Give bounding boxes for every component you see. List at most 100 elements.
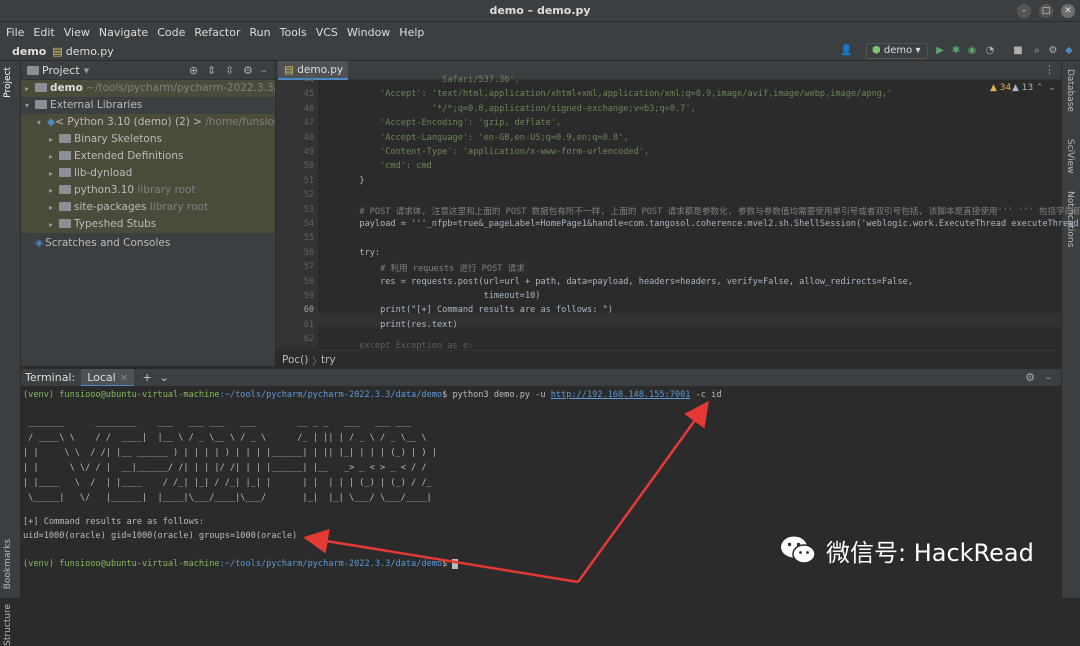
menu-view[interactable]: View — [64, 26, 90, 39]
chevron-down-icon[interactable]: ⌄ — [160, 371, 169, 384]
folder-icon — [59, 219, 71, 228]
terminal-command-line: (venv) funsiooo@ubuntu-virtual-machine:~… — [23, 390, 722, 400]
menu-tools[interactable]: Tools — [280, 26, 307, 39]
menu-run[interactable]: Run — [250, 26, 271, 39]
line-number: 58 — [303, 276, 314, 287]
inspection-warnings[interactable]: ▲ 34 — [990, 83, 1011, 93]
code-line: } — [318, 175, 365, 186]
debug-icon[interactable]: ✱ — [950, 45, 962, 57]
code-line: 'Accept-Language': 'en-GB,en-US;q=0.9,en… — [318, 132, 629, 143]
user-icon[interactable]: 👤 — [840, 45, 852, 57]
gear-icon[interactable]: ⚙ — [1025, 371, 1035, 384]
nav-down-icon[interactable]: ⌄ — [1048, 83, 1056, 93]
run-icon[interactable]: ▶ — [934, 45, 946, 57]
file-icon: ▤ — [52, 44, 63, 58]
folder-icon — [59, 168, 71, 177]
chevron-right-icon: ▸ — [49, 135, 54, 144]
gear-icon[interactable]: ⚙ — [243, 64, 253, 77]
hide-panel-icon[interactable]: – — [1046, 371, 1052, 384]
add-terminal-icon[interactable]: + — [142, 371, 151, 384]
code-line: Safari/537.36', — [318, 75, 520, 85]
line-number: 46 — [303, 103, 314, 114]
coverage-icon[interactable]: ◉ — [966, 45, 978, 57]
tool-tab-bookmarks[interactable]: Bookmarks — [3, 539, 13, 589]
folder-icon — [59, 202, 71, 211]
project-panel-title[interactable]: Project — [42, 64, 80, 77]
close-tab-icon[interactable]: × — [119, 371, 128, 384]
tree-item-python310[interactable]: ▸ python3.10 library root — [21, 182, 275, 199]
chevron-right-icon: ▸ — [49, 186, 54, 195]
more-tabs-icon[interactable]: ⋮ — [1044, 63, 1055, 76]
folder-icon — [59, 151, 71, 160]
stop-icon[interactable]: ■ — [1012, 45, 1024, 57]
inspection-weak-warnings[interactable]: ▲ 13 — [1012, 83, 1033, 93]
line-number: 60 — [303, 305, 314, 316]
tree-item-lib-dynload[interactable]: ▸ lib-dynload — [21, 165, 275, 182]
tree-item-scratches[interactable]: ◈ Scratches and Consoles — [21, 235, 275, 252]
tree-item-binary-skeletons[interactable]: ▸ Binary Skeletons — [21, 131, 275, 148]
chevron-down-icon: ▾ — [37, 118, 42, 127]
menu-refactor[interactable]: Refactor — [194, 26, 240, 39]
collapse-all-icon[interactable]: ⇳ — [225, 64, 234, 77]
menu-navigate[interactable]: Navigate — [99, 26, 148, 39]
menu-window[interactable]: Window — [347, 26, 390, 39]
line-number: 49 — [303, 147, 314, 157]
line-number: 44 — [303, 75, 314, 85]
run-config-select[interactable]: ⬢ demo ▾ — [866, 43, 928, 59]
tool-tab-structure[interactable]: Structure — [3, 604, 13, 646]
search-icon[interactable]: ⌕ — [1031, 45, 1043, 57]
menu-code[interactable]: Code — [157, 26, 185, 39]
hide-panel-icon[interactable]: – — [261, 64, 267, 77]
tool-tab-database[interactable]: Database — [1065, 69, 1075, 112]
tool-tab-sciview[interactable]: SciView — [1065, 139, 1075, 174]
breadcrumb-try[interactable]: try — [321, 354, 336, 366]
line-number: 50 — [303, 161, 314, 172]
window-title: demo – demo.py — [489, 4, 591, 17]
menu-file[interactable]: File — [6, 26, 24, 39]
project-view-icon — [27, 65, 39, 75]
plugin-icon[interactable]: ◆ — [1063, 45, 1075, 57]
maximize-button[interactable]: □ — [1039, 4, 1053, 18]
menu-vcs[interactable]: VCS — [316, 26, 338, 39]
line-number: 56 — [303, 247, 314, 258]
locate-icon[interactable]: ⊕ — [189, 64, 198, 77]
settings-icon[interactable]: ⚙ — [1047, 45, 1059, 57]
terminal-title: Terminal: — [25, 371, 76, 384]
menu-help[interactable]: Help — [399, 26, 424, 39]
tree-item-python-sdk[interactable]: ▾ ◆< Python 3.10 (demo) (2) > /home/funsi… — [21, 114, 275, 131]
code-line: print("[+] Command results are as follow… — [318, 305, 613, 316]
terminal-header: Terminal: Local × + ⌄ ⚙ – — [21, 368, 1061, 387]
folder-icon — [59, 134, 71, 143]
tool-tab-project[interactable]: Project — [3, 67, 13, 98]
python-icon: ◆ — [47, 116, 56, 128]
banner-line: | |____ \ / | |____ / /_| |_| / /_| |_| … — [23, 478, 432, 488]
tree-item-typeshed-stubs[interactable]: ▸ Typeshed Stubs — [21, 216, 275, 233]
breadcrumb-function[interactable]: Poc() — [282, 354, 308, 366]
profile-icon[interactable]: ◔ — [984, 45, 996, 57]
line-number: 48 — [303, 132, 314, 143]
terminal-tab-local[interactable]: Local × — [81, 368, 135, 387]
chevron-down-icon: ▾ — [25, 101, 30, 110]
tree-item-external-libraries[interactable]: ▾ External Libraries — [21, 97, 275, 114]
tree-item-demo[interactable]: ▸demo ~/tools/pycharm/pycharm-2022.3.3/d… — [21, 80, 275, 97]
tree-item-extended-definitions[interactable]: ▸ Extended Definitions — [21, 148, 275, 165]
banner-line: | | \ \/ / | __|______/ /| | | |/ /| | |… — [23, 463, 427, 473]
view-dropdown-icon[interactable]: ▾ — [84, 64, 90, 77]
code-line: '*/*;q=0.8,application/signed-exchange;v… — [318, 103, 696, 114]
nav-project[interactable]: demo — [12, 45, 46, 58]
target-url-link[interactable]: http://192.168.148.155:7001 — [551, 390, 691, 400]
window-titlebar: demo – demo.py – □ ✕ — [0, 0, 1080, 22]
expand-all-icon[interactable]: ⇕ — [207, 64, 216, 77]
close-button[interactable]: ✕ — [1061, 4, 1075, 18]
folder-icon — [35, 83, 47, 92]
line-number: 59 — [303, 291, 314, 301]
line-number: 57 — [303, 262, 314, 273]
tree-item-site-packages[interactable]: ▸ site-packages library root — [21, 199, 275, 216]
watermark-text: 微信号: HackRead — [826, 538, 1034, 567]
chevron-right-icon: ▸ — [49, 152, 54, 161]
minimize-button[interactable]: – — [1017, 4, 1031, 18]
run-config-label: demo — [883, 45, 913, 56]
menu-edit[interactable]: Edit — [33, 26, 54, 39]
nav-up-icon[interactable]: ⌃ — [1036, 83, 1044, 93]
nav-file[interactable]: demo.py — [66, 45, 114, 58]
